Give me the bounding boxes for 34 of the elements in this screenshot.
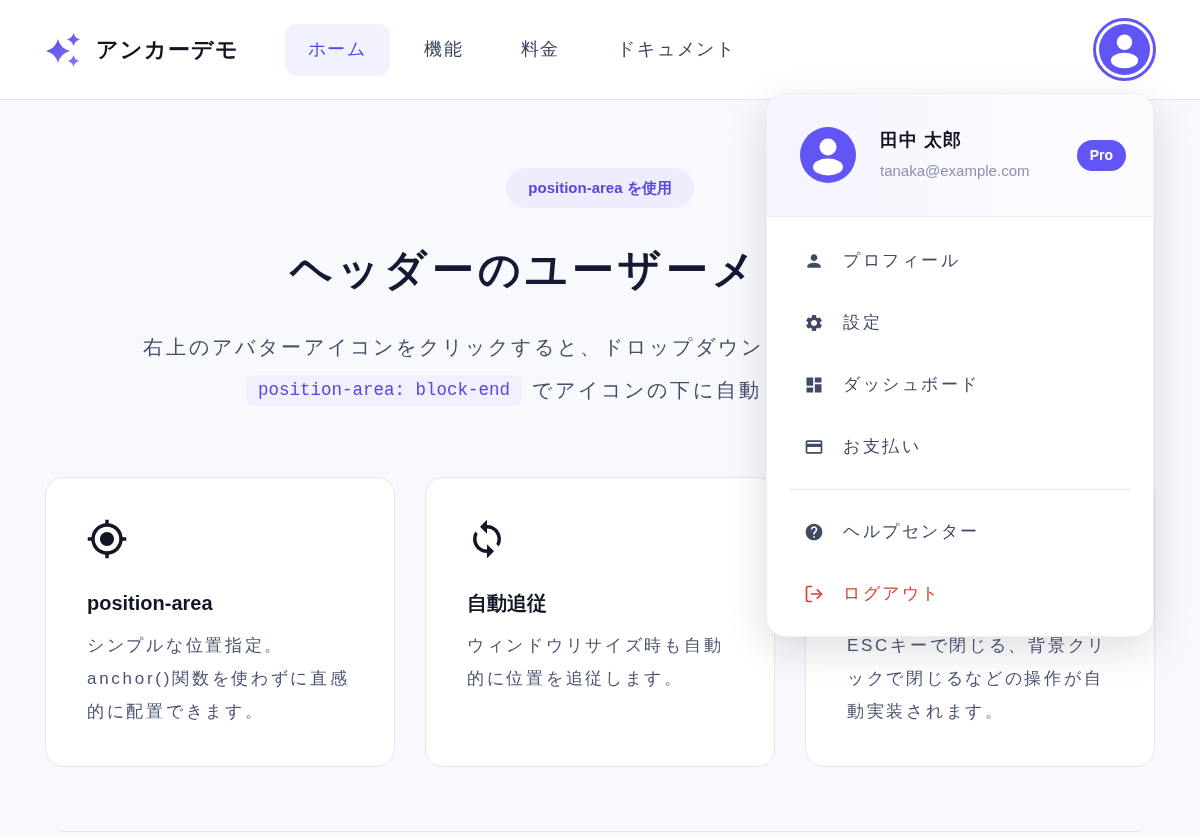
- nav-tab[interactable]: ホーム: [284, 23, 390, 76]
- card-description: ESCキーで閉じる、背景クリックで閉じるなどの操作が自動実装されます。: [847, 635, 1109, 723]
- sparkles-icon: [46, 32, 80, 67]
- menu-item[interactable]: ダッシュボード: [787, 360, 1133, 410]
- user-avatar-icon: [800, 127, 856, 183]
- plan-badge: Pro: [1076, 139, 1126, 171]
- logout-icon: [804, 584, 824, 604]
- person-icon: [804, 251, 824, 271]
- description-text: でアイコンの下に自動: [532, 378, 763, 403]
- credit-card-icon: [804, 437, 824, 457]
- card-title: 自動追従: [467, 591, 547, 616]
- tag-badge: position-area を使用: [506, 168, 694, 208]
- nav-tab[interactable]: ドキュメント: [594, 23, 760, 76]
- brand-name: アンカーデモ: [96, 36, 240, 64]
- menu-item[interactable]: 設定: [787, 298, 1133, 348]
- user-email: tanaka@example.com: [880, 161, 1030, 181]
- menu-item[interactable]: ログアウト: [787, 569, 1133, 619]
- card-description: ウィンドウリサイズ時も自動的に位置を追従します。: [467, 635, 725, 690]
- user-avatar-icon: [1099, 24, 1150, 75]
- crosshair-target-icon: [86, 518, 128, 560]
- menu-item[interactable]: ヘルプセンター: [787, 507, 1133, 557]
- user-name: 田中 太郎: [880, 129, 963, 152]
- card-title: position-area: [87, 591, 213, 616]
- description-text: 右上のアバターアイコンをクリックすると、ドロップダウン: [143, 335, 764, 360]
- settings-icon: [804, 313, 824, 333]
- nav-tab[interactable]: 機能: [401, 23, 487, 76]
- page-heading: ヘッダーのユーザーメ: [290, 245, 759, 295]
- help-icon: [804, 522, 824, 542]
- menu-item[interactable]: プロフィール: [787, 236, 1133, 286]
- nav-tab[interactable]: 料金: [497, 23, 584, 76]
- code-snippet: position-area: block-end: [246, 375, 523, 406]
- card-description: シンプルな位置指定。anchor()関数を使わずに直感的に配置できます。: [87, 635, 351, 723]
- menu-item[interactable]: お支払い: [787, 422, 1133, 472]
- grid-icon: [804, 375, 824, 395]
